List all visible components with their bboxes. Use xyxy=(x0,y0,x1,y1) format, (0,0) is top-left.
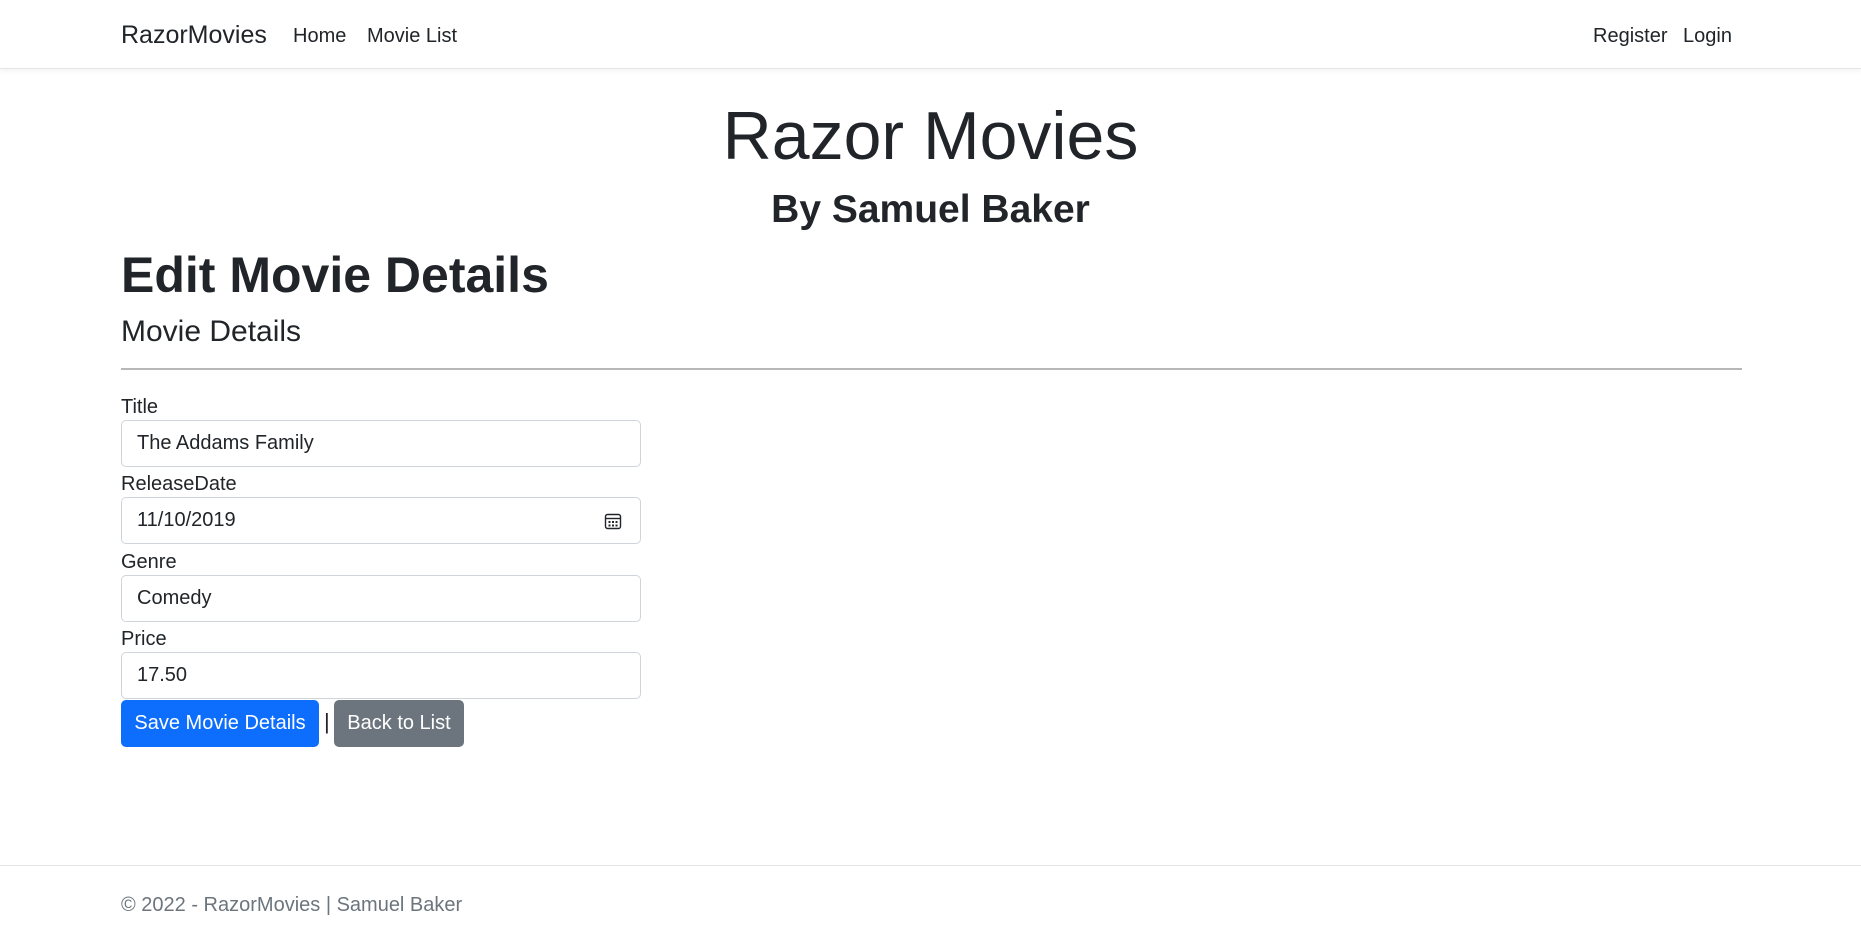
button-separator: | xyxy=(324,709,330,734)
back-to-list-button[interactable]: Back to List xyxy=(334,700,464,747)
footer-divider xyxy=(0,865,1861,866)
brand-link[interactable]: RazorMovies xyxy=(121,18,267,52)
title-label: Title xyxy=(121,396,159,418)
site-title: Razor Movies xyxy=(722,98,1139,174)
divider xyxy=(121,368,1742,370)
price-label: Price xyxy=(121,628,167,650)
release-date-value: 11/10/2019 xyxy=(137,509,236,531)
release-date-label: ReleaseDate xyxy=(121,473,237,495)
calendar-icon[interactable] xyxy=(604,512,622,530)
page-title: Edit Movie Details xyxy=(121,247,549,303)
site-subtitle: By Samuel Baker xyxy=(771,188,1090,231)
genre-input[interactable]: Comedy xyxy=(121,575,641,622)
genre-label: Genre xyxy=(121,551,177,573)
nav-link-home[interactable]: Home xyxy=(293,22,346,50)
price-input[interactable]: 17.50 xyxy=(121,652,641,699)
save-movie-button[interactable]: Save Movie Details xyxy=(121,700,319,747)
nav-link-register[interactable]: Register xyxy=(1593,22,1667,50)
release-date-input[interactable]: 11/10/2019 xyxy=(121,497,641,544)
nav-link-login[interactable]: Login xyxy=(1683,22,1732,50)
footer-text: © 2022 - RazorMovies | Samuel Baker xyxy=(121,894,463,916)
title-input[interactable]: The Addams Family xyxy=(121,420,641,467)
top-navbar: RazorMovies Home Movie List Register Log… xyxy=(0,0,1861,69)
section-title: Movie Details xyxy=(121,315,302,348)
nav-link-movie-list[interactable]: Movie List xyxy=(367,22,457,50)
